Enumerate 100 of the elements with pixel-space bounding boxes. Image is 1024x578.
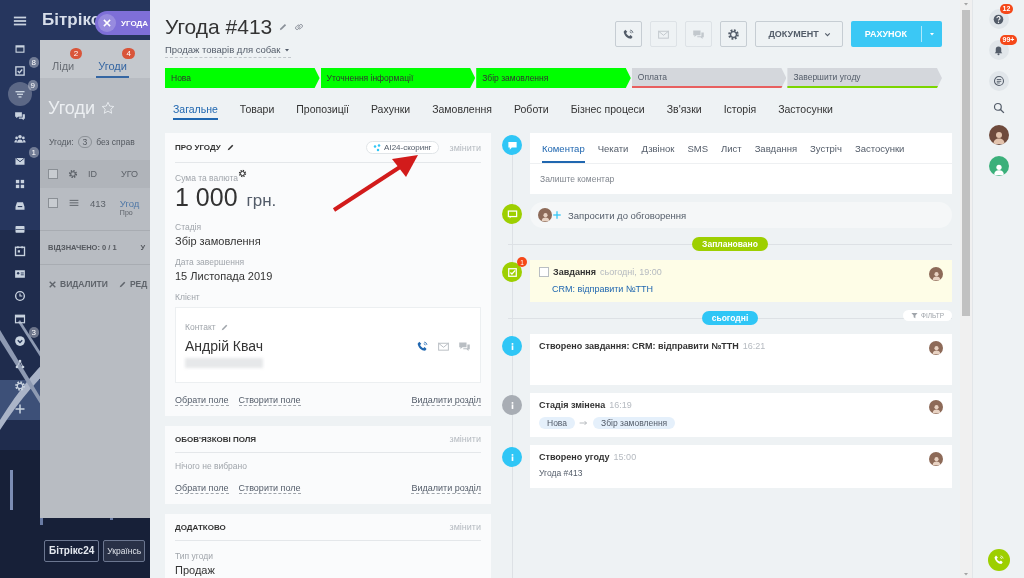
task-title: Завдання (553, 267, 597, 277)
nodes-icon (14, 357, 26, 370)
grid-icon (14, 177, 26, 190)
tab[interactable]: Застосунки (778, 103, 833, 120)
stage-step[interactable]: Збір замовлення (476, 68, 631, 88)
chat-icon (14, 110, 26, 122)
help-button[interactable] (988, 9, 1009, 29)
tab[interactable]: Застосунки (854, 143, 905, 163)
envelope-icon (14, 155, 26, 167)
scoring-button[interactable]: AI24-скоринг (366, 141, 439, 154)
phone-icon[interactable] (416, 339, 429, 353)
field-label: Тип угоди (175, 551, 214, 561)
close-icon (48, 279, 57, 289)
avatar[interactable] (929, 452, 943, 466)
person-icon (930, 455, 942, 466)
table-cell: 413 (90, 198, 106, 209)
tab[interactable]: Загальне (173, 103, 218, 120)
window-icon (14, 312, 26, 325)
tab[interactable]: Чекати (597, 143, 629, 163)
tab[interactable]: Лист (720, 143, 742, 163)
phone-button[interactable] (615, 21, 643, 47)
notifications-button[interactable] (988, 40, 1009, 60)
event-time: 16:21 (742, 341, 766, 351)
tab[interactable]: Пропозиції (296, 103, 349, 120)
column-header: УГО (121, 169, 139, 179)
checkbox-icon (506, 266, 518, 278)
avatar[interactable] (929, 400, 943, 414)
window-icon (14, 42, 26, 55)
section-title: ПРО УГОДУ (175, 143, 221, 152)
arrow-icon (579, 418, 589, 428)
plus-icon (552, 210, 562, 220)
field-link[interactable]: Обрати поле (175, 483, 229, 494)
section-label: Заплановано (692, 237, 768, 251)
stage-step[interactable]: Нова (165, 68, 320, 88)
pencil-icon[interactable] (225, 143, 235, 152)
contact-label: Контакт (185, 322, 216, 332)
field-link[interactable]: Обрати поле (175, 395, 229, 406)
stage-step[interactable]: Завершити угоду (787, 68, 942, 88)
checkbox[interactable] (48, 169, 58, 179)
event-title: Створено завдання: CRM: відправити №ТТН (539, 341, 739, 351)
empty-message: Нічого не вибрано (175, 461, 248, 471)
field-link[interactable]: Створити поле (238, 395, 301, 406)
chat-bubble-icon (506, 208, 518, 220)
avatar[interactable] (929, 341, 943, 355)
star-icon[interactable] (100, 101, 115, 115)
checkbox[interactable] (48, 198, 58, 208)
checkbox[interactable] (539, 267, 549, 277)
event-time: 16:19 (609, 400, 632, 410)
field-value: Збір замовлення (175, 235, 262, 247)
tab[interactable]: Завдання (754, 143, 798, 163)
remove-section-link[interactable]: Видалити розділ (411, 395, 481, 406)
clock-icon (14, 290, 26, 302)
menu-icon[interactable] (13, 14, 27, 28)
filter-icon (911, 312, 919, 319)
person-icon (930, 403, 942, 414)
person-icon (539, 211, 551, 222)
counter-text: без справ (96, 137, 135, 147)
nav-item[interactable] (8, 81, 32, 106)
tab[interactable]: Бізнес процеси (570, 103, 645, 120)
tab[interactable]: Дзвінок (641, 143, 675, 163)
avatar[interactable] (929, 267, 943, 281)
tab[interactable]: Роботи (514, 103, 549, 120)
tab[interactable]: Рахунки (370, 103, 411, 120)
settings-button[interactable] (720, 21, 748, 47)
count-badge: 3 (28, 327, 39, 338)
category-select[interactable]: Продаж товарів для собак (165, 44, 291, 58)
tab[interactable]: Товари (239, 103, 275, 120)
stage-step[interactable]: Оплата (631, 68, 787, 88)
chat-button[interactable] (988, 71, 1009, 91)
tab[interactable]: SMS (687, 143, 708, 163)
tab[interactable]: Зв'язки (666, 103, 702, 120)
tab[interactable]: Зустріч (810, 143, 842, 163)
invite-field[interactable]: Запросити до обговорення (530, 202, 952, 228)
field-link[interactable]: Створити поле (238, 483, 301, 494)
stage-chip: Нова (539, 417, 575, 429)
close-icon (102, 18, 112, 28)
chevron-circle-icon (14, 335, 26, 347)
phone-icon (622, 27, 636, 41)
field-label: Дата завершення (175, 257, 246, 267)
search-icon[interactable] (992, 102, 1005, 114)
avatar[interactable] (988, 125, 1009, 145)
tab[interactable]: Замовлення (432, 103, 492, 120)
scrollbar-thumb[interactable] (962, 10, 970, 316)
deal-title: Угода #413 (165, 15, 273, 39)
tab[interactable]: Історія (723, 103, 757, 120)
avatar[interactable] (538, 208, 552, 222)
checkbox-icon (14, 65, 26, 77)
stage-step[interactable]: Уточнення інформації (320, 68, 476, 88)
task-link[interactable]: CRM: відправити №ТТН (552, 284, 929, 294)
document-button[interactable]: ДОКУМЕНТ (755, 21, 843, 47)
contact-name[interactable]: Андрій Квач (185, 338, 264, 354)
comment-field[interactable]: Залиште коментар (530, 164, 952, 194)
remove-section-link[interactable]: Видалити розділ (411, 483, 481, 494)
count-badge: 1 (28, 147, 39, 158)
language-button[interactable]: Українсь (103, 540, 146, 562)
person-icon (930, 270, 942, 281)
tab[interactable]: Коментар (542, 143, 585, 163)
inbox-icon (14, 200, 26, 212)
settings-icon[interactable] (237, 168, 247, 178)
nodes-icon (373, 143, 382, 152)
